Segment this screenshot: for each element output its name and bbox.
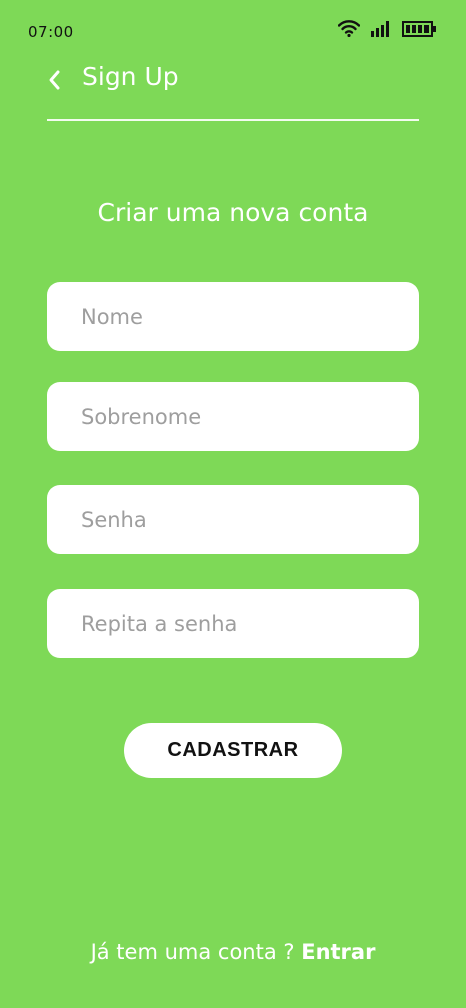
page-heading: Criar uma nova conta <box>97 198 369 227</box>
first-name-input[interactable] <box>47 282 419 351</box>
status-time: 07:00 <box>28 23 74 41</box>
header-title: Sign Up <box>82 62 179 91</box>
last-name-input[interactable] <box>47 382 419 451</box>
signup-screen: 07:00 Sign Up Criar uma nova conta Nome … <box>0 0 466 1008</box>
header-divider <box>47 119 419 121</box>
register-button[interactable]: CADASTRAR <box>124 723 342 778</box>
repeat-password-input[interactable] <box>47 589 419 658</box>
battery-icon <box>402 20 436 37</box>
wifi-icon <box>338 20 360 37</box>
chevron-left-icon[interactable] <box>42 66 66 94</box>
login-link[interactable]: Entrar <box>301 940 375 964</box>
status-icons <box>338 20 436 37</box>
password-input[interactable] <box>47 485 419 554</box>
login-prompt: Já tem uma conta ? Entrar <box>0 940 466 964</box>
login-prompt-text: Já tem uma conta ? <box>90 940 295 964</box>
signal-icon <box>371 20 391 37</box>
